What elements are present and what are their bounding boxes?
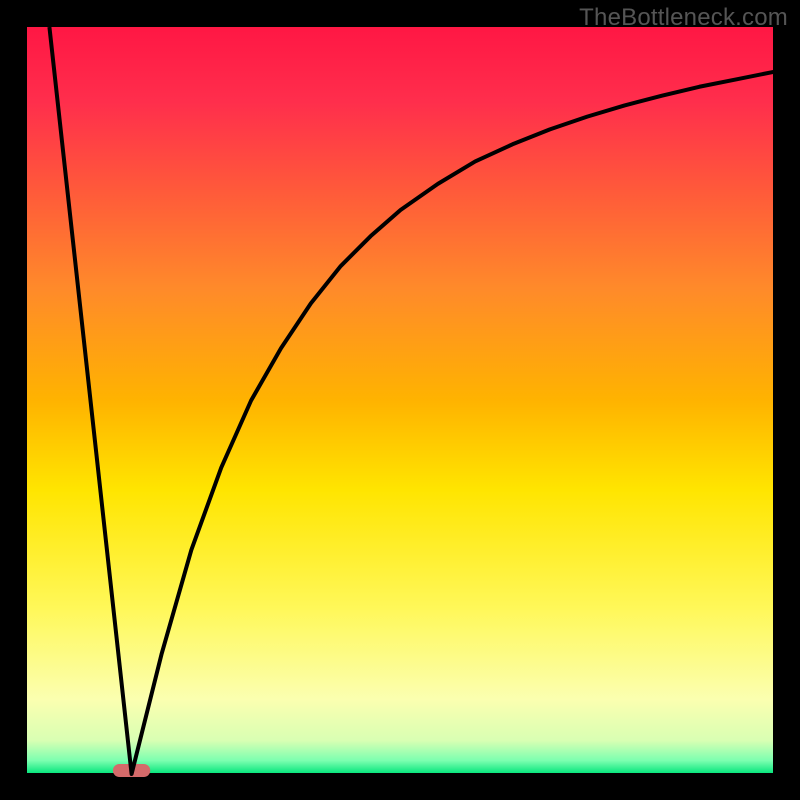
watermark-label: TheBottleneck.com xyxy=(579,4,788,32)
chart-container: TheBottleneck.com xyxy=(0,0,800,800)
bottleneck-chart xyxy=(0,0,800,800)
plot-background xyxy=(27,27,774,774)
